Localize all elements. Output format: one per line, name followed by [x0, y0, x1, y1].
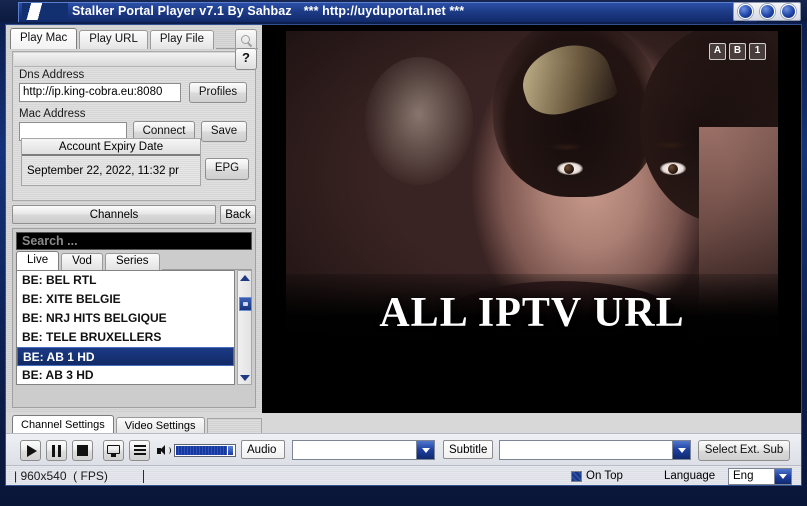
mode-tabstrip: Play Mac Play URL Play File	[10, 28, 258, 51]
back-button[interactable]: Back	[220, 205, 256, 224]
status-separator	[143, 470, 144, 483]
connection-groupbox: ? Dns Address http://ip.king-cobra.eu:80…	[12, 48, 257, 201]
tab-live[interactable]: Live	[16, 251, 60, 270]
video-watermark: ALL IPTV URL	[379, 290, 685, 336]
list-item[interactable]: BE: AB 3 HD	[17, 366, 234, 384]
channel-list-panel: Search ... Live Vod Series BE: BEL RTL B…	[12, 228, 256, 408]
save-button[interactable]: Save	[201, 121, 247, 142]
chevron-down-icon[interactable]	[672, 441, 690, 459]
video-overlay-badges: A B 1	[709, 43, 766, 60]
select-ext-sub-button[interactable]: Select Ext. Sub	[698, 440, 790, 461]
play-icon	[26, 444, 37, 457]
list-item[interactable]: BE: TELE BRUXELLERS	[17, 328, 234, 347]
title-decoration	[22, 3, 68, 20]
list-item[interactable]: BE: XITE BELGIE	[17, 290, 234, 309]
speaker-icon[interactable]	[157, 445, 171, 456]
mac-address-label: Mac Address	[19, 108, 86, 120]
chevron-down-icon[interactable]	[416, 441, 434, 459]
title-bar: Stalker Portal Player v7.1 By Sahbaz *** …	[0, 0, 807, 22]
scrollbar-thumb[interactable]	[239, 297, 252, 311]
language-value: Eng	[733, 470, 754, 482]
dns-address-label: Dns Address	[19, 69, 85, 81]
search-input[interactable]: Search ...	[16, 232, 252, 250]
window-controls	[733, 2, 801, 21]
video-player-surface[interactable]: A B 1 ALL IPTV URL	[286, 31, 778, 351]
pause-icon	[52, 444, 61, 457]
channels-bar: Channels Back	[12, 205, 256, 225]
badge-1-icon: 1	[749, 43, 766, 60]
subtitle-track-select[interactable]	[499, 440, 691, 460]
tab-play-url[interactable]: Play URL	[79, 30, 148, 49]
list-item[interactable]: BE: NRJ HITS BELGIQUE	[17, 309, 234, 328]
content-tabs-filler	[161, 254, 252, 270]
playlist-icon	[133, 445, 146, 456]
volume-fill	[176, 446, 231, 455]
account-expiry-value: September 22, 2022, 11:32 pr	[27, 165, 179, 177]
volume-slider[interactable]	[174, 444, 236, 457]
playlist-button[interactable]	[129, 440, 150, 461]
left-panel: Play Mac Play URL Play File ? Dns Addres…	[6, 25, 262, 435]
client-area: Play Mac Play URL Play File ? Dns Addres…	[5, 24, 802, 486]
badge-a-icon: A	[709, 43, 726, 60]
tab-play-file[interactable]: Play File	[149, 30, 214, 49]
window-title-text: Stalker Portal Player v7.1 By Sahbaz	[72, 4, 292, 18]
window-title: Stalker Portal Player v7.1 By Sahbaz *** …	[72, 3, 464, 20]
audio-track-select[interactable]	[292, 440, 435, 460]
badge-b-icon: B	[729, 43, 746, 60]
scroll-up-icon[interactable]	[238, 271, 251, 284]
play-button[interactable]	[20, 440, 41, 461]
on-top-checkbox[interactable]	[571, 471, 582, 482]
fullscreen-button[interactable]	[103, 440, 124, 461]
close-button[interactable]	[781, 4, 796, 19]
on-top-label: On Top	[586, 470, 623, 482]
playback-control-bar: Audio Subtitle Select Ext. Sub	[6, 433, 801, 465]
account-expiry-panel: Account Expiry Date September 22, 2022, …	[21, 138, 201, 186]
minimize-button[interactable]	[738, 4, 753, 19]
pause-button[interactable]	[46, 440, 67, 461]
language-select[interactable]: Eng	[728, 468, 792, 485]
list-item-selected[interactable]: BE: AB 1 HD	[17, 347, 234, 366]
channel-list-scrollbar[interactable]	[237, 270, 252, 385]
volume-handle[interactable]	[227, 445, 234, 456]
list-item[interactable]: BE: BEL RTL	[17, 271, 234, 290]
search-icon	[240, 34, 252, 46]
channel-list[interactable]: BE: BEL RTL BE: XITE BELGIE BE: NRJ HITS…	[16, 270, 235, 385]
tab-series[interactable]: Series	[104, 253, 160, 270]
status-bar: | 960x540 ( FPS) On Top Language Eng	[6, 465, 801, 485]
stop-button[interactable]	[72, 440, 93, 461]
chevron-down-icon[interactable]	[774, 469, 791, 484]
tab-play-mac[interactable]: Play Mac	[10, 28, 78, 49]
video-area[interactable]: A B 1 ALL IPTV URL	[262, 25, 801, 413]
window-subtitle-text: *** http://uyduportal.net ***	[303, 4, 465, 18]
help-button[interactable]: ?	[235, 48, 257, 70]
scroll-down-icon[interactable]	[238, 371, 251, 384]
tab-channel-settings[interactable]: Channel Settings	[12, 415, 114, 435]
audio-label: Audio	[241, 440, 285, 459]
channels-button[interactable]: Channels	[12, 205, 216, 224]
language-label: Language	[664, 470, 716, 482]
tab-vod[interactable]: Vod	[61, 253, 103, 270]
dns-address-input[interactable]: http://ip.king-cobra.eu:8080	[19, 83, 181, 102]
stop-icon	[77, 445, 88, 456]
epg-button[interactable]: EPG	[205, 158, 249, 180]
content-type-tabs: Live Vod Series	[16, 251, 252, 270]
application-window: Stalker Portal Player v7.1 By Sahbaz *** …	[0, 0, 807, 506]
groupbox-header	[14, 53, 256, 67]
screen-icon	[107, 444, 120, 457]
subtitle-label: Subtitle	[443, 440, 493, 459]
maximize-button[interactable]	[759, 4, 775, 19]
profiles-button[interactable]: Profiles	[189, 82, 247, 103]
status-resolution-fps: | 960x540 ( FPS)	[14, 469, 108, 483]
account-expiry-header: Account Expiry Date	[22, 139, 200, 156]
